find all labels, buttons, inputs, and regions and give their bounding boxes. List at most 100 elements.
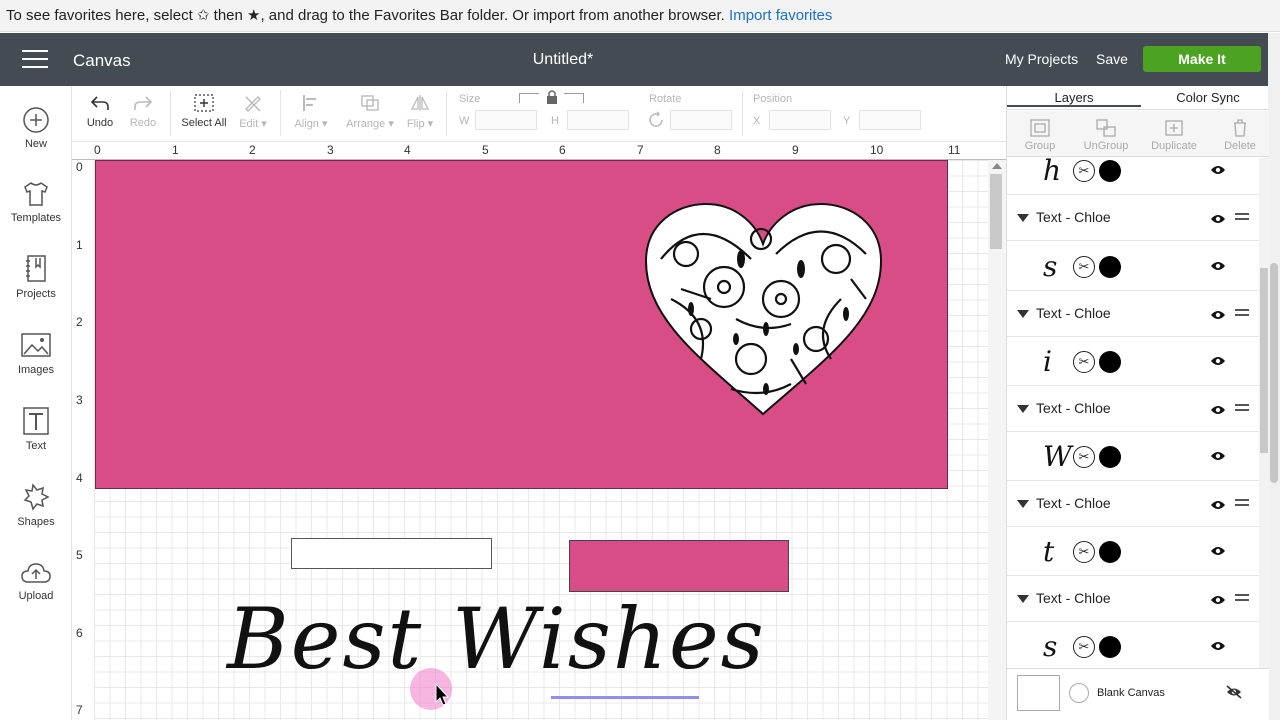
save-button[interactable]: Save xyxy=(1096,51,1128,67)
height-label: H xyxy=(551,115,559,127)
make-it-button[interactable]: Make It xyxy=(1143,46,1261,72)
best-wishes-text[interactable]: Best Wishes xyxy=(227,590,766,688)
pink-rectangle[interactable] xyxy=(569,540,789,592)
sidebar-item-projects[interactable]: Projects xyxy=(0,254,72,300)
white-rectangle[interactable] xyxy=(291,538,492,569)
layer-group-name: Text - Chloe xyxy=(1036,400,1111,416)
scissors-icon[interactable]: ✂ xyxy=(1073,446,1095,468)
delete-button[interactable]: Delete xyxy=(1207,118,1273,152)
position-label: Position xyxy=(753,93,793,105)
align-menu[interactable]: Align ▾ xyxy=(290,93,332,130)
drag-handle-icon[interactable] xyxy=(1235,404,1249,414)
layer-group[interactable]: Text - Chloe xyxy=(1007,291,1259,337)
duplicate-button[interactable]: Duplicate xyxy=(1141,118,1207,152)
sidebar-item-templates[interactable]: Templates xyxy=(0,180,72,224)
sidebar-item-text[interactable]: Text xyxy=(0,406,72,452)
blank-canvas-row[interactable]: Blank Canvas xyxy=(1007,668,1269,720)
tab-layers[interactable]: Layers xyxy=(1007,90,1141,107)
arrange-menu[interactable]: Arrange ▾ xyxy=(340,93,400,130)
layer-color-swatch[interactable] xyxy=(1099,160,1121,182)
shirt-icon xyxy=(24,182,48,206)
sidebar-item-images[interactable]: Images xyxy=(0,332,72,376)
eye-icon[interactable] xyxy=(1210,450,1226,462)
drag-handle-icon[interactable] xyxy=(1235,499,1249,509)
mandala-heart-image[interactable] xyxy=(641,199,886,421)
layer-color-swatch[interactable] xyxy=(1099,256,1121,278)
eye-icon[interactable] xyxy=(1210,260,1226,272)
x-position-input[interactable] xyxy=(769,110,831,130)
redo-button[interactable]: Redo xyxy=(129,93,157,129)
favorites-bar: To see favorites here, select ✩ then ★, … xyxy=(0,0,1280,32)
select-all-button[interactable]: Select All xyxy=(180,93,228,129)
layer-item[interactable]: i ✂ xyxy=(1007,337,1259,386)
height-input[interactable] xyxy=(567,110,629,130)
layers-scrollbar[interactable] xyxy=(1259,158,1269,668)
undo-button[interactable]: Undo xyxy=(86,93,114,129)
layer-item[interactable]: s ✂ xyxy=(1007,242,1259,291)
flip-icon xyxy=(410,95,430,111)
my-projects-link[interactable]: My Projects xyxy=(1005,51,1078,67)
collapse-caret-icon[interactable] xyxy=(1017,310,1029,318)
eye-icon[interactable] xyxy=(1210,309,1226,321)
canvas-color-swatch[interactable] xyxy=(1017,675,1060,711)
tab-color-sync[interactable]: Color Sync xyxy=(1141,90,1275,105)
eye-icon[interactable] xyxy=(1210,355,1226,367)
layer-group[interactable]: Text - Chloe xyxy=(1007,195,1259,241)
width-input[interactable] xyxy=(475,110,537,130)
sidebar-item-shapes[interactable]: Shapes xyxy=(0,482,72,528)
layer-group[interactable]: Text - Chloe xyxy=(1007,576,1259,622)
eye-icon[interactable] xyxy=(1210,213,1226,225)
layer-color-swatch[interactable] xyxy=(1099,446,1121,468)
scissors-icon[interactable]: ✂ xyxy=(1073,351,1095,373)
flip-menu[interactable]: Flip ▾ xyxy=(402,93,438,130)
canvas-color-picker[interactable] xyxy=(1069,683,1089,703)
design-canvas[interactable]: Best Wishes xyxy=(94,160,988,720)
scissors-icon[interactable]: ✂ xyxy=(1073,160,1095,182)
rotate-input[interactable] xyxy=(670,110,732,130)
collapse-caret-icon[interactable] xyxy=(1017,214,1029,222)
edit-menu[interactable]: Edit ▾ xyxy=(234,93,272,130)
scissors-icon[interactable]: ✂ xyxy=(1073,256,1095,278)
eye-icon[interactable] xyxy=(1210,164,1226,176)
layer-group[interactable]: Text - Chloe xyxy=(1007,481,1259,527)
lock-icon[interactable] xyxy=(545,89,559,105)
scissors-icon[interactable]: ✂ xyxy=(1073,541,1095,563)
drag-handle-icon[interactable] xyxy=(1235,594,1249,604)
sidebar-item-new[interactable]: New xyxy=(0,106,72,150)
canvas-scrollbar[interactable] xyxy=(988,160,1006,720)
toolbar-divider xyxy=(742,90,743,136)
ruler-tick: 9 xyxy=(792,143,799,157)
collapse-caret-icon[interactable] xyxy=(1017,595,1029,603)
rotate-icon xyxy=(649,111,663,127)
ruler-tick: 11 xyxy=(948,143,961,157)
scissors-icon[interactable]: ✂ xyxy=(1073,636,1095,658)
import-favorites-link[interactable]: Import favorites xyxy=(729,7,832,24)
eye-icon[interactable] xyxy=(1210,594,1226,606)
drag-handle-icon[interactable] xyxy=(1235,309,1249,319)
pink-card-rectangle[interactable] xyxy=(95,160,948,489)
layer-color-swatch[interactable] xyxy=(1099,351,1121,373)
window-scrollbar-thumb[interactable] xyxy=(1270,263,1278,483)
eye-icon[interactable] xyxy=(1210,499,1226,511)
eye-hidden-icon[interactable] xyxy=(1225,685,1243,699)
collapse-caret-icon[interactable] xyxy=(1017,500,1029,508)
layer-item[interactable]: s ✂ xyxy=(1007,622,1259,668)
eye-icon[interactable] xyxy=(1210,545,1226,557)
sidebar-item-upload[interactable]: Upload xyxy=(0,560,72,602)
drag-handle-icon[interactable] xyxy=(1235,213,1249,223)
group-button[interactable]: Group xyxy=(1007,118,1073,152)
layer-color-swatch[interactable] xyxy=(1099,541,1121,563)
layers-scrollbar-thumb[interactable] xyxy=(1260,268,1268,453)
y-position-input[interactable] xyxy=(859,110,921,130)
collapse-caret-icon[interactable] xyxy=(1017,405,1029,413)
eye-icon[interactable] xyxy=(1210,640,1226,652)
eye-icon[interactable] xyxy=(1210,404,1226,416)
layer-color-swatch[interactable] xyxy=(1099,636,1121,658)
layer-group[interactable]: Text - Chloe xyxy=(1007,386,1259,432)
ungroup-button[interactable]: UnGroup xyxy=(1073,118,1139,152)
layer-item[interactable]: h ✂ xyxy=(1007,158,1259,195)
canvas-scrollbar-thumb[interactable] xyxy=(990,174,1002,249)
layer-item[interactable]: W ✂ xyxy=(1007,432,1259,481)
layer-item[interactable]: t ✂ xyxy=(1007,527,1259,576)
scroll-up-icon[interactable] xyxy=(992,163,1002,169)
